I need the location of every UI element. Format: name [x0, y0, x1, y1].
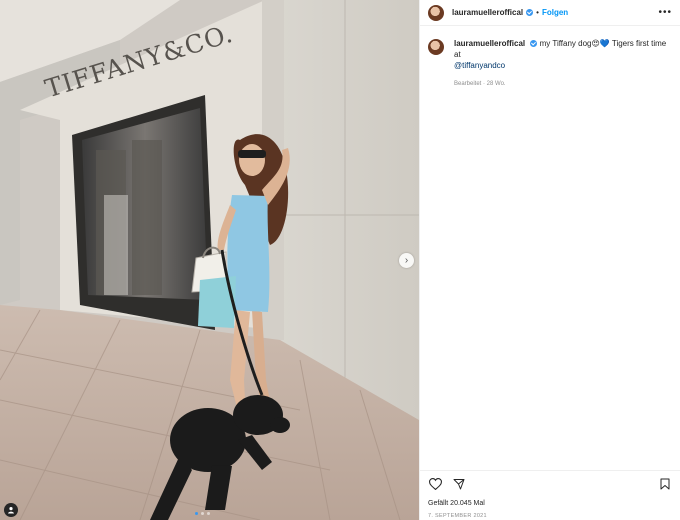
save-button[interactable] — [658, 477, 672, 491]
carousel-dot — [207, 512, 210, 515]
post-header: lauramuelleroffical • Folgen ••• — [420, 0, 680, 26]
follow-button[interactable]: Folgen — [542, 8, 568, 17]
chevron-right-icon: › — [404, 255, 409, 266]
avatar[interactable] — [428, 4, 444, 21]
carousel-dot — [195, 512, 198, 515]
action-row — [428, 477, 672, 491]
photo-scene: TIFFANY&CO. — [0, 0, 419, 520]
bookmark-icon — [660, 478, 670, 490]
post-date: 7. SEPTEMBER 2021 — [428, 513, 487, 519]
paper-plane-icon — [453, 479, 465, 490]
verified-badge-icon — [526, 9, 534, 16]
user-tag-icon — [8, 507, 14, 514]
mention-link[interactable]: @tiffanyandco — [454, 61, 505, 70]
user-tag-button[interactable] — [4, 503, 18, 517]
avatar[interactable] — [428, 39, 444, 55]
separator: • — [536, 8, 539, 17]
like-button[interactable] — [428, 477, 442, 491]
carousel-dot — [201, 512, 204, 515]
caption-meta: Bearbeitet · 28 Wo. — [454, 81, 506, 87]
post-username[interactable]: lauramuelleroffical — [452, 8, 523, 17]
heart-icon — [428, 478, 442, 490]
share-button[interactable] — [452, 477, 466, 491]
post-side-panel: lauramuelleroffical • Folgen ••• lauramu… — [419, 0, 680, 520]
caption-body: lauramuelleroffical my Tiffany dog😍💙 Tig… — [454, 38, 672, 90]
post-photo[interactable]: TIFFANY&CO. › — [0, 0, 419, 520]
verified-badge-icon — [530, 40, 538, 48]
more-options-button[interactable]: ••• — [658, 7, 672, 18]
next-slide-button[interactable]: › — [399, 253, 414, 268]
likes-count[interactable]: Gefällt 20.045 Mal — [428, 500, 672, 507]
caption-comment: lauramuelleroffical my Tiffany dog😍💙 Tig… — [420, 26, 680, 90]
caption-username[interactable]: lauramuelleroffical — [454, 39, 525, 48]
carousel-indicator — [195, 512, 210, 515]
action-bar: Gefällt 20.045 Mal 7. SEPTEMBER 2021 — [420, 470, 680, 519]
